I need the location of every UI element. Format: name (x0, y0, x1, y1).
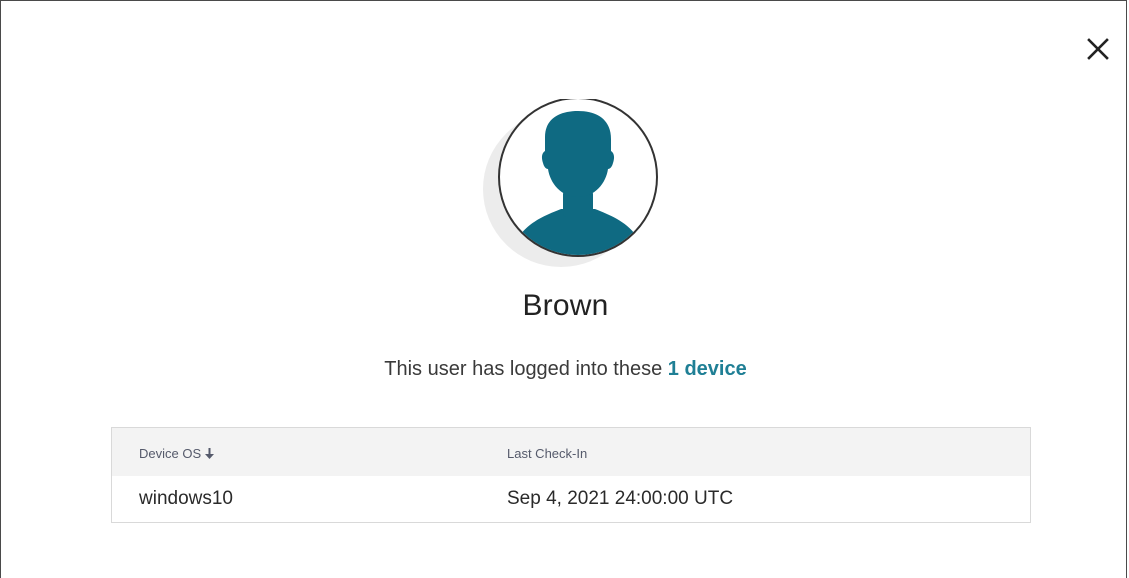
devices-table: Device OS Last Check-In windows10 Sep 4,… (111, 427, 1031, 523)
device-summary: This user has logged into these 1 device (1, 358, 1129, 381)
user-devices-dialog: Brown This user has logged into these 1 … (0, 0, 1127, 578)
user-name: Brown (522, 289, 609, 322)
close-icon (1087, 38, 1109, 60)
cell-device-os: windows10 (139, 488, 233, 509)
avatar (481, 97, 661, 269)
device-summary-text: This user has logged into these (384, 358, 663, 380)
device-count-link[interactable]: 1 device (668, 358, 747, 380)
column-header-label: Last Check-In (507, 446, 588, 461)
cell-last-check-in: Sep 4, 2021 24:00:00 UTC (507, 488, 734, 509)
user-silhouette-icon (483, 97, 658, 267)
column-header-device-os[interactable]: Device OS (139, 446, 215, 463)
table-header: Device OS Last Check-In (112, 428, 1030, 476)
column-header-label: Device OS (139, 446, 202, 461)
table-row[interactable]: windows10 Sep 4, 2021 24:00:00 UTC (112, 476, 1030, 522)
close-button[interactable] (1084, 35, 1112, 63)
arrow-down-icon (204, 447, 215, 463)
column-header-last-check-in[interactable]: Last Check-In (507, 446, 587, 461)
